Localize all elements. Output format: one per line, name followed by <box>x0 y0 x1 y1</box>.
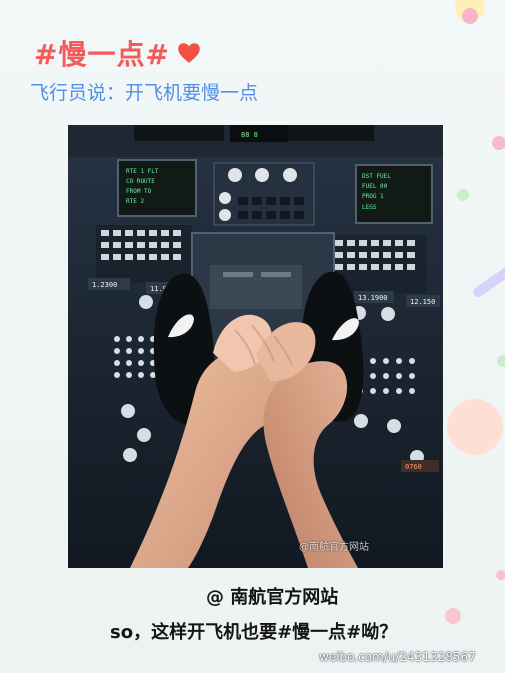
decorative-green-dot <box>457 189 469 201</box>
svg-text:PROG 1: PROG 1 <box>362 193 384 200</box>
weibo-url: weibo.com/u/2431328567 <box>319 650 476 664</box>
post-title-text: #慢一点# <box>34 38 170 71</box>
image-watermark: @南航官方网站 <box>299 542 369 553</box>
caption-author: @ 南航官方网站 <box>206 587 339 608</box>
svg-text:88 8: 88 8 <box>241 131 258 139</box>
svg-text:RTE 2: RTE 2 <box>126 198 144 205</box>
caption-text: so，这样开飞机也要#慢一点#呦？ <box>110 622 398 643</box>
svg-text:1.2300: 1.2300 <box>92 281 117 289</box>
decorative-stripe <box>471 255 505 300</box>
post-subtitle: 飞行员说：开飞机要慢一点 <box>30 82 259 104</box>
svg-text:0760: 0760 <box>405 463 422 471</box>
decorative-pink-dot-right <box>492 136 505 150</box>
svg-text:LEGS: LEGS <box>362 204 377 211</box>
decorative-pink-dot-bottom <box>445 608 461 624</box>
svg-text:13.1900: 13.1900 <box>358 294 388 302</box>
svg-text:FUEL 00: FUEL 00 <box>362 183 388 190</box>
svg-text:FROM TO: FROM TO <box>126 188 152 195</box>
post-title: #慢一点# <box>34 36 202 71</box>
decorative-pink-dot <box>462 8 478 24</box>
svg-text:RTE 1 FLT: RTE 1 FLT <box>126 168 159 175</box>
decorative-pink-dot-bottom-right <box>496 570 505 580</box>
decorative-green-dot-lower <box>497 355 505 367</box>
cockpit-photo: 88 8 RTE 1 FLT CO ROUTE FROM TO RTE 2 DS… <box>68 125 443 568</box>
decorative-peach-circle <box>447 399 503 455</box>
heart-icon <box>176 40 202 66</box>
weibo-post-page: #慢一点# 飞行员说：开飞机要慢一点 88 8 RTE 1 FLT CO ROU… <box>0 0 505 673</box>
svg-text:DST FUEL: DST FUEL <box>362 173 391 180</box>
svg-text:CO ROUTE: CO ROUTE <box>126 178 155 185</box>
svg-text:12.150: 12.150 <box>410 298 435 306</box>
